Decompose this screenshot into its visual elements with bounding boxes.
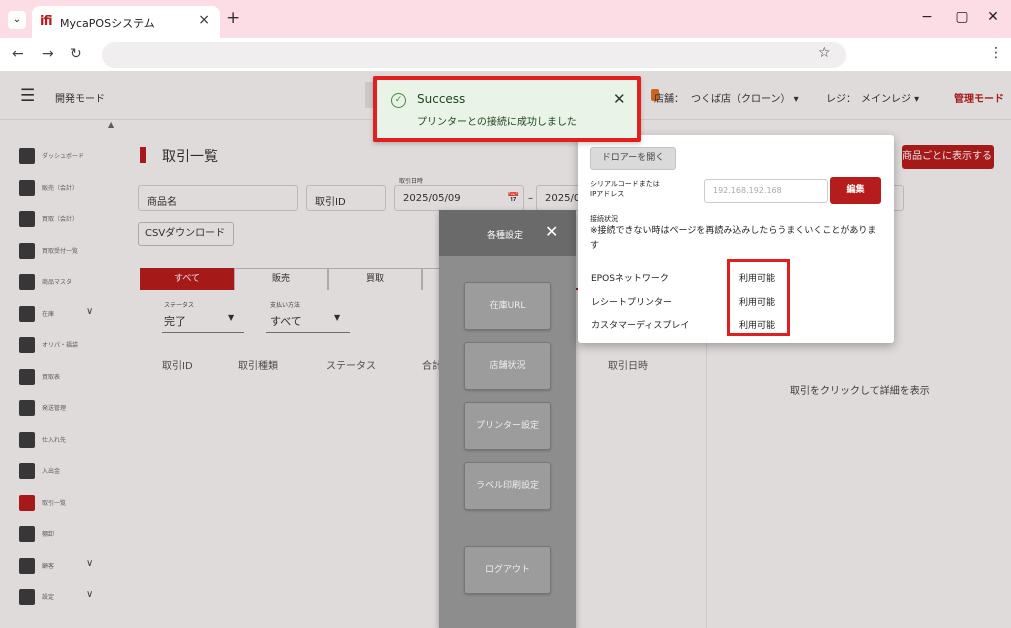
- minimize-icon[interactable]: −: [917, 9, 937, 25]
- success-check-icon: ✓: [391, 93, 406, 108]
- bookmark-star-icon[interactable]: ☆: [818, 45, 831, 61]
- edit-button[interactable]: 編集: [830, 177, 881, 204]
- tab-title: MycaPOSシステム: [60, 17, 155, 30]
- connection-status-label: 接続状況: [590, 215, 618, 223]
- settings-panel: 各種設定 ✕ 在庫URL 店舗状況 プリンター設定 ラベル印刷設定 ログアウト: [439, 210, 576, 628]
- label-print-settings-button[interactable]: ラベル印刷設定: [464, 462, 551, 510]
- browser-tabbar: ⌄ ifi MycaPOSシステム × + − ▢ ✕: [0, 0, 1011, 38]
- tab-search-icon[interactable]: ⌄: [8, 11, 26, 29]
- connection-note: ※接続できない時はページを再読み込みしたらうまくいくことがあります: [590, 226, 877, 251]
- toast-close-icon[interactable]: ✕: [613, 90, 626, 108]
- logout-button[interactable]: ログアウト: [464, 546, 551, 594]
- ip-address-input[interactable]: 192.168.192.168: [704, 179, 828, 203]
- settings-close-icon[interactable]: ✕: [545, 222, 558, 241]
- address-label-line: シリアルコードまたは: [590, 180, 660, 188]
- receipt-printer-label: レシートプリンター: [591, 298, 673, 308]
- stock-url-button[interactable]: 在庫URL: [464, 282, 551, 330]
- address-toolbar: ← → ↻ ☆ ⋮: [0, 38, 1011, 72]
- status-highlight-box: [727, 259, 790, 336]
- printer-settings-button[interactable]: プリンター設定: [464, 402, 551, 450]
- store-status-button[interactable]: 店舗状況: [464, 342, 551, 390]
- epos-network-label: EPOSネットワーク: [591, 274, 669, 284]
- forward-icon[interactable]: →: [42, 46, 54, 62]
- window-close-icon[interactable]: ✕: [983, 9, 1003, 25]
- back-icon[interactable]: ←: [12, 46, 24, 62]
- settings-title: 各種設定: [487, 231, 524, 241]
- browser-menu-icon[interactable]: ⋮: [989, 45, 1003, 61]
- pos-app: ☰ 開発モード 店舗： つくば店（クローン） ▾ レジ： メインレジ ▾ 管理モ…: [0, 72, 1011, 628]
- maximize-icon[interactable]: ▢: [952, 9, 972, 25]
- toast-message: プリンターとの接続に成功しました: [417, 117, 577, 128]
- printer-dialog: ドロアーを開く シリアルコードまたは IPアドレス 192.168.192.16…: [578, 135, 894, 343]
- open-drawer-button[interactable]: ドロアーを開く: [590, 147, 676, 170]
- address-label-line: IPアドレス: [590, 190, 625, 198]
- reload-icon[interactable]: ↻: [70, 46, 82, 62]
- new-tab-icon[interactable]: +: [226, 8, 240, 28]
- favicon-icon: ifi: [40, 14, 53, 29]
- success-toast: ✓ Success プリンターとの接続に成功しました ✕: [373, 76, 641, 142]
- tab-close-icon[interactable]: ×: [198, 12, 210, 28]
- address-bar[interactable]: [102, 42, 846, 68]
- settings-header: 各種設定 ✕: [439, 210, 576, 256]
- customer-display-label: カスタマーディスプレイ: [591, 321, 690, 331]
- address-label: シリアルコードまたは IPアドレス: [590, 179, 660, 199]
- browser-tab[interactable]: ifi MycaPOSシステム ×: [32, 6, 220, 38]
- toast-title: Success: [417, 92, 466, 106]
